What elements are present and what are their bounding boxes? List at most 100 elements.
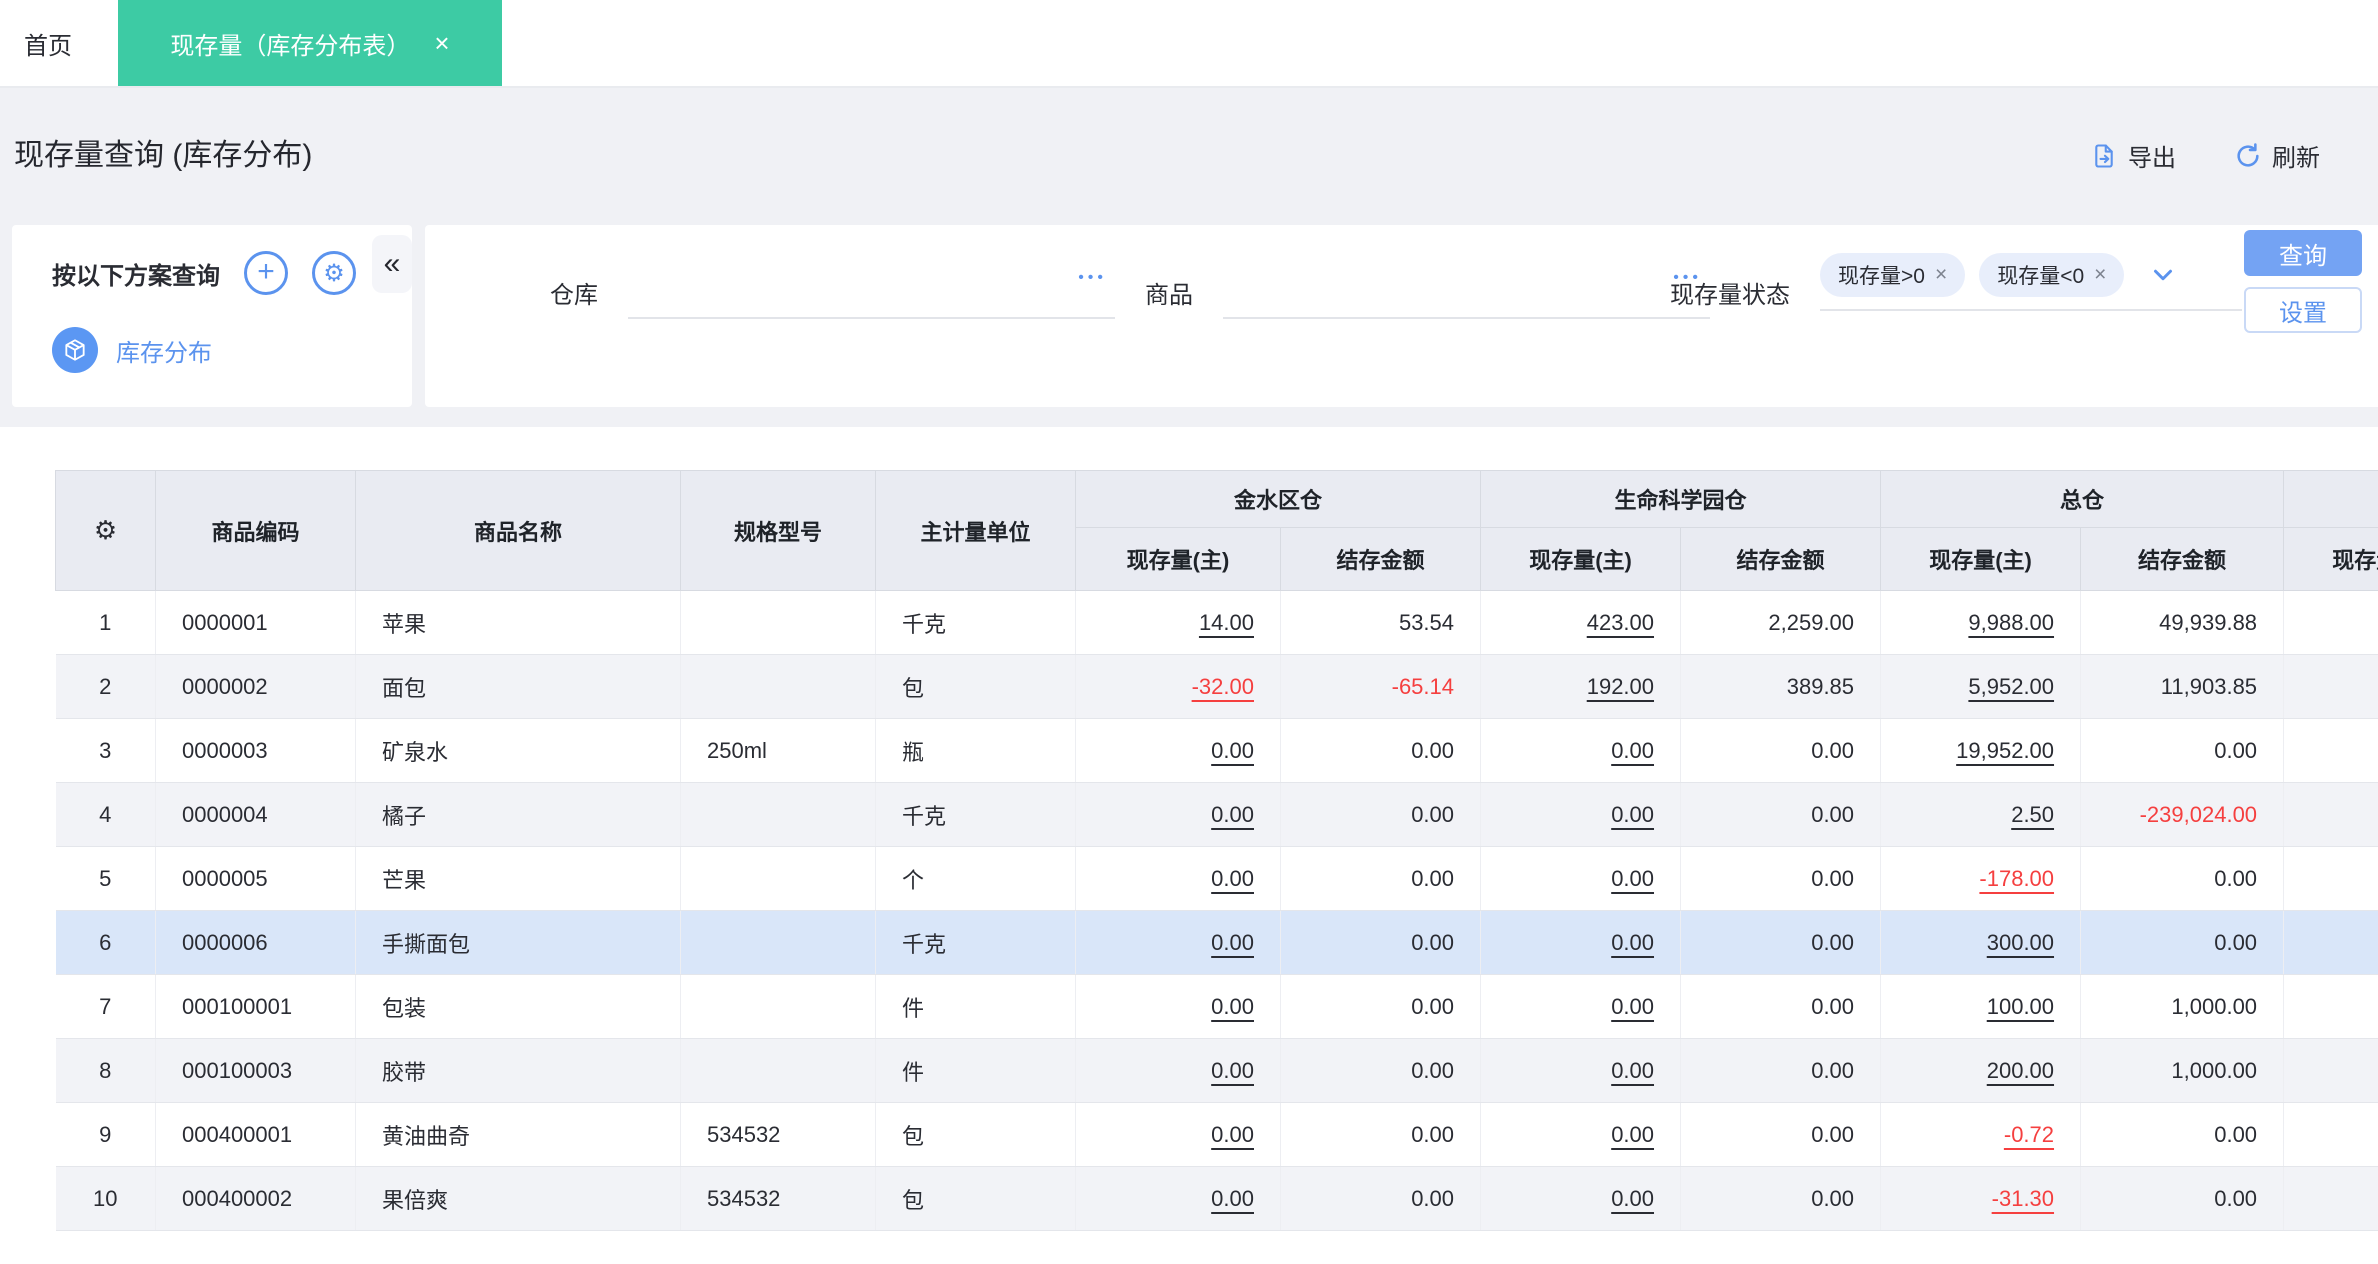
qty-link[interactable]: 0.00 — [1611, 738, 1654, 763]
query-button[interactable]: 查询 — [2244, 230, 2362, 276]
gear-icon: ⚙ — [323, 259, 345, 287]
cell-value: 0.00 — [2080, 1102, 2285, 1167]
status-input[interactable]: 现存量>0 × 现存量<0 × — [1820, 253, 2242, 311]
table-row[interactable]: 1 0000001 苹果 千克 14.00 53.54 423.00 2,259.00 9,98… — [55, 590, 2378, 655]
scheme-panel-title: 按以下方案查询 — [52, 262, 220, 290]
cell-value: 0.00 — [1280, 846, 1482, 911]
product-input[interactable]: ••• — [1223, 267, 1710, 319]
warehouse-more-button[interactable]: ••• — [1078, 269, 1107, 287]
cell-value: 200.00 — [1880, 1038, 2082, 1103]
cell-value — [2283, 910, 2378, 975]
cell-spec — [680, 782, 876, 847]
settings-button[interactable]: 设置 — [2244, 287, 2362, 333]
qty-link[interactable]: 14.00 — [1199, 610, 1254, 635]
amount-value: -65.14 — [1391, 673, 1455, 699]
qty-link[interactable]: 19,952.00 — [1956, 738, 2054, 763]
table-row[interactable]: 6 0000006 手撕面包 千克 0.00 0.00 0.00 0.00 300.00 0.00 — [55, 910, 2378, 975]
qty-link[interactable]: 2.50 — [2011, 802, 2054, 827]
qty-link[interactable]: -178.00 — [1979, 866, 2054, 891]
qty-link[interactable]: 0.00 — [1211, 1122, 1254, 1147]
tag-close-icon[interactable]: × — [2094, 263, 2106, 287]
refresh-label: 刷新 — [2272, 145, 2320, 172]
cell-value: 300.00 — [1880, 910, 2082, 975]
scheme-settings-button[interactable]: ⚙ — [312, 251, 356, 295]
amount-value: 0.00 — [1411, 737, 1455, 763]
qty-link[interactable]: 0.00 — [1211, 738, 1254, 763]
sub-header-0-0: 现存量(主) — [1075, 527, 1281, 591]
qty-link[interactable]: 423.00 — [1587, 610, 1654, 635]
amount-value: 0.00 — [1811, 993, 1855, 1019]
qty-link[interactable]: 0.00 — [1211, 930, 1254, 955]
table-row[interactable]: 9 000400001 黄油曲奇 534532 包 0.00 0.00 0.00 0.00 -0.… — [55, 1102, 2378, 1167]
qty-link[interactable]: -32.00 — [1192, 674, 1254, 699]
row-index: 3 — [55, 718, 156, 783]
status-tag-positive[interactable]: 现存量>0 × — [1820, 253, 1966, 297]
qty-link[interactable]: 0.00 — [1211, 994, 1254, 1019]
cell-value: 0.00 — [2080, 846, 2285, 911]
table-row[interactable]: 10 000400002 果倍爽 534532 包 0.00 0.00 0.00 0.00 -31… — [55, 1166, 2378, 1231]
qty-link[interactable]: 0.00 — [1611, 802, 1654, 827]
qty-link[interactable]: -0.72 — [2004, 1122, 2054, 1147]
table-row[interactable]: 8 000100003 胶带 件 0.00 0.00 0.00 0.00 200.00 1,000… — [55, 1038, 2378, 1103]
qty-link[interactable]: 0.00 — [1611, 930, 1654, 955]
export-button[interactable]: 导出 — [2090, 138, 2176, 173]
qty-link[interactable]: 100.00 — [1987, 994, 2054, 1019]
qty-link[interactable]: 5,952.00 — [1968, 674, 2054, 699]
table-scroll-area[interactable]: ⚙ 商品编码 商品名称 规格型号 主计量单位 金水区仓 生命科学园仓 总仓 现存量(主) 结存金额… — [55, 470, 2378, 1231]
row-index: 7 — [55, 974, 156, 1039]
qty-link[interactable]: -31.30 — [1992, 1186, 2054, 1211]
qty-link[interactable]: 0.00 — [1611, 866, 1654, 891]
qty-link[interactable]: 0.00 — [1611, 1122, 1654, 1147]
amount-value: 0.00 — [2214, 865, 2258, 891]
add-scheme-button[interactable]: + — [244, 251, 288, 295]
cell-value: 100.00 — [1880, 974, 2082, 1039]
table-row[interactable]: 3 0000003 矿泉水 250ml 瓶 0.00 0.00 0.00 0.00 19,952.… — [55, 718, 2378, 783]
cell-value: 0.00 — [1680, 974, 1882, 1039]
tab-active-inventory[interactable]: 现存量（库存分布表） × — [118, 0, 502, 86]
cell-spec: 534532 — [680, 1102, 876, 1167]
status-field-label: 现存量状态 — [1670, 282, 1790, 309]
qty-link[interactable]: 0.00 — [1211, 1058, 1254, 1083]
chevron-down-icon[interactable] — [2148, 260, 2178, 290]
amount-value: 389.85 — [1786, 673, 1855, 699]
status-tag-negative[interactable]: 现存量<0 × — [1979, 253, 2125, 297]
column-settings-icon[interactable]: ⚙ — [94, 515, 117, 545]
warehouse-input[interactable]: ••• — [628, 267, 1115, 319]
amount-value: 0.00 — [1811, 737, 1855, 763]
column-header-3: 主计量单位 — [875, 470, 1076, 591]
qty-link[interactable]: 9,988.00 — [1968, 610, 2054, 635]
cell-value — [2283, 718, 2378, 783]
tag-close-icon[interactable]: × — [1935, 263, 1947, 287]
cell-value: 0.00 — [1680, 782, 1882, 847]
cell-value: 53.54 — [1280, 590, 1482, 655]
qty-link[interactable]: 0.00 — [1611, 1058, 1654, 1083]
column-settings-header: ⚙ — [55, 470, 156, 591]
warehouse-group-header-0: 金水区仓 — [1074, 470, 1482, 528]
qty-link[interactable]: 300.00 — [1987, 930, 2054, 955]
tab-close-icon[interactable]: × — [434, 30, 449, 56]
qty-link[interactable]: 0.00 — [1211, 1186, 1254, 1211]
qty-link[interactable]: 0.00 — [1211, 866, 1254, 891]
table-row[interactable]: 7 000100001 包装 件 0.00 0.00 0.00 0.00 100.00 1,000… — [55, 974, 2378, 1039]
qty-link[interactable]: 0.00 — [1211, 802, 1254, 827]
cell-value: 0.00 — [1280, 718, 1482, 783]
table-row[interactable]: 2 0000002 面包 包 -32.00 -65.14 192.00 389.85 5,952… — [55, 654, 2378, 719]
qty-link[interactable]: 0.00 — [1611, 1186, 1654, 1211]
cell-spec — [680, 974, 876, 1039]
cube-icon — [52, 327, 98, 373]
amount-value: 0.00 — [1411, 1185, 1455, 1211]
cell-value — [2283, 590, 2378, 655]
scheme-item-inventory-distribution[interactable]: 库存分布 — [52, 327, 412, 373]
cell-name: 橘子 — [355, 782, 681, 847]
qty-link[interactable]: 0.00 — [1611, 994, 1654, 1019]
refresh-button[interactable]: 刷新 — [2234, 138, 2320, 173]
tab-home[interactable]: 首页 — [0, 0, 96, 86]
qty-link[interactable]: 192.00 — [1587, 674, 1654, 699]
table-row[interactable]: 5 0000005 芒果 个 0.00 0.00 0.00 0.00 -178.00 0.00 — [55, 846, 2378, 911]
amount-value: 0.00 — [1411, 1121, 1455, 1147]
qty-link[interactable]: 200.00 — [1987, 1058, 2054, 1083]
cell-name: 包装 — [355, 974, 681, 1039]
table-row[interactable]: 4 0000004 橘子 千克 0.00 0.00 0.00 0.00 2.50 -239,024… — [55, 782, 2378, 847]
collapse-panel-button[interactable]: « — [372, 235, 412, 293]
amount-value: 0.00 — [2214, 737, 2258, 763]
